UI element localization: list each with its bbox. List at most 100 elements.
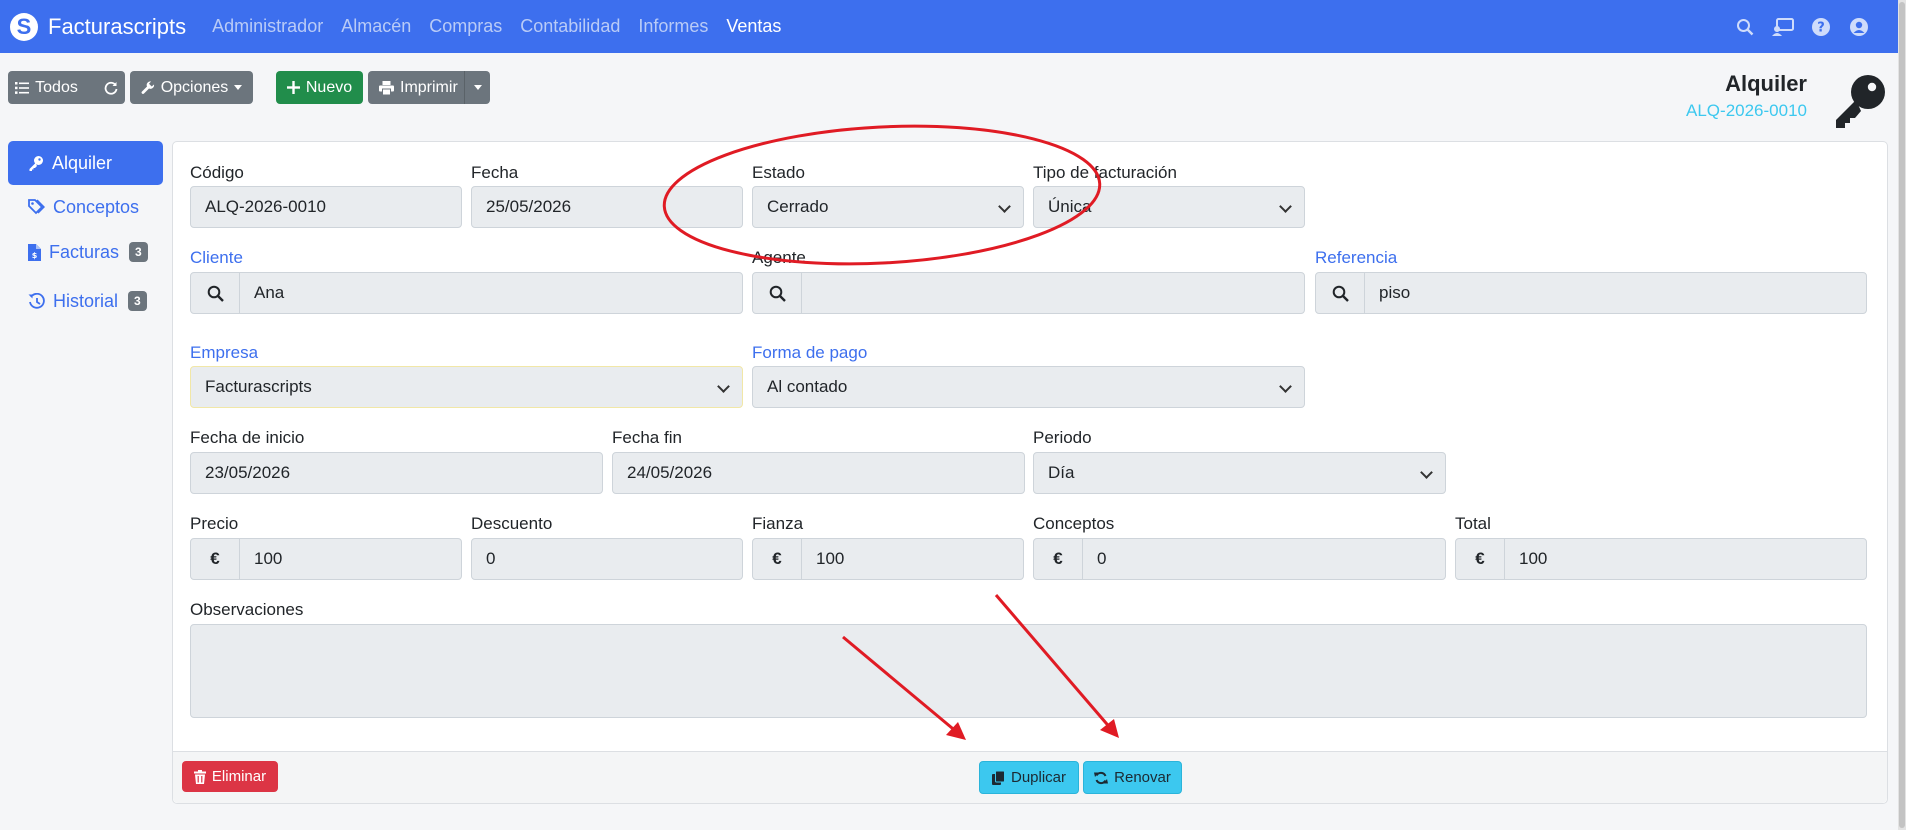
brand-name: Facturascripts — [48, 13, 187, 39]
delete-button[interactable]: Eliminar — [182, 761, 278, 792]
nav-item-administrador[interactable]: Administrador — [212, 16, 323, 37]
sidebar-item-label: Facturas — [49, 241, 120, 262]
nav-item-compras[interactable]: Compras — [429, 16, 502, 37]
sidebar-item-historial[interactable]: Historial 3 — [8, 279, 163, 323]
chevron-down-icon — [998, 200, 1011, 213]
cliente-label[interactable]: Cliente — [190, 248, 243, 268]
fecha-label: Fecha — [471, 163, 519, 182]
tipo-facturacion-select[interactable]: Única — [1033, 186, 1305, 228]
empresa-label[interactable]: Empresa — [190, 343, 258, 363]
chevron-down-icon — [1420, 466, 1433, 479]
forma-pago-label[interactable]: Forma de pago — [752, 343, 867, 363]
fecha-inicio-field[interactable]: 23/05/2026 — [190, 452, 603, 494]
help-icon[interactable]: ? — [1810, 16, 1832, 38]
new-button[interactable]: Nuevo — [276, 71, 363, 104]
search-icon — [769, 285, 786, 302]
tipo-facturacion-value: Única — [1048, 197, 1092, 216]
descuento-field[interactable]: 0 — [471, 538, 743, 580]
scrollbar-thumb[interactable] — [1899, 2, 1905, 828]
forma-pago-select[interactable]: Al contado — [752, 366, 1305, 408]
sidebar-item-label: Conceptos — [53, 196, 140, 217]
sync-icon — [1094, 771, 1109, 784]
print-button[interactable]: Imprimir — [368, 71, 490, 104]
page-scrollbar[interactable] — [1898, 0, 1906, 830]
euro-icon: € — [752, 538, 802, 580]
empresa-value: Facturascripts — [205, 377, 312, 396]
sidebar-item-facturas[interactable]: $ Facturas 3 — [8, 230, 163, 274]
referencia-search-button[interactable] — [1315, 272, 1365, 314]
key-icon — [29, 156, 43, 171]
sidebar-item-label: Historial — [53, 290, 119, 311]
precio-label: Precio — [190, 514, 239, 533]
total-label: Total — [1455, 514, 1491, 533]
nav-item-contabilidad[interactable]: Contabilidad — [520, 16, 620, 37]
svg-text:$: $ — [32, 251, 38, 260]
historial-count-badge: 3 — [128, 291, 147, 311]
chevron-down-icon — [717, 380, 730, 393]
print-dropdown-toggle[interactable] — [474, 85, 482, 90]
referencia-label[interactable]: Referencia — [1315, 248, 1397, 268]
total-field[interactable]: 100 — [1504, 538, 1867, 580]
delete-button-label: Eliminar — [211, 768, 267, 785]
list-icon — [15, 81, 30, 94]
chevron-down-icon — [1279, 200, 1292, 213]
print-button-label: Imprimir — [400, 78, 458, 96]
fecha-fin-label: Fecha fin — [612, 428, 682, 447]
page-title-text: Alquiler — [1725, 71, 1807, 96]
options-button[interactable]: Opciones — [130, 71, 253, 104]
codigo-field[interactable]: ALQ-2026-0010 — [190, 186, 462, 228]
duplicate-button[interactable]: Duplicar — [979, 761, 1079, 794]
key-icon — [1836, 75, 1885, 128]
renew-button[interactable]: Renovar — [1083, 761, 1182, 794]
search-icon[interactable] — [1734, 16, 1756, 38]
trash-icon — [193, 769, 206, 784]
conceptos-label: Conceptos — [1033, 514, 1115, 533]
precio-field[interactable]: 100 — [239, 538, 462, 580]
fianza-field[interactable]: 100 — [801, 538, 1024, 580]
card-footer: Eliminar Duplicar Renovar — [173, 751, 1887, 803]
referencia-field[interactable]: piso — [1364, 272, 1867, 314]
periodo-select[interactable]: Día — [1033, 452, 1446, 494]
top-navbar: S Facturascripts Administrador Almacén C… — [0, 0, 1906, 53]
estado-value: Cerrado — [767, 197, 829, 216]
refresh-icon[interactable] — [104, 81, 118, 95]
conceptos-field[interactable]: 0 — [1082, 538, 1446, 580]
all-button[interactable]: Todos — [8, 71, 125, 104]
observaciones-textarea[interactable] — [190, 624, 1867, 718]
chevron-down-icon — [1279, 380, 1292, 393]
estado-select[interactable]: Cerrado — [752, 186, 1024, 228]
fianza-label: Fianza — [752, 514, 804, 533]
chat-icon[interactable] — [1772, 16, 1794, 38]
fecha-fin-field[interactable]: 24/05/2026 — [612, 452, 1025, 494]
facturas-count-badge: 3 — [129, 242, 148, 262]
page-title: Alquiler ALQ-2026-0010 — [1686, 71, 1807, 121]
tipo-facturacion-label: Tipo de facturación — [1033, 163, 1177, 182]
all-button-label: Todos — [35, 78, 78, 96]
fecha-inicio-label: Fecha de inicio — [190, 428, 305, 447]
cliente-search-button[interactable] — [190, 272, 240, 314]
duplicate-button-label: Duplicar — [1010, 769, 1067, 786]
nav-item-informes[interactable]: Informes — [638, 16, 708, 37]
file-invoice-icon: $ — [28, 243, 41, 261]
user-icon[interactable] — [1848, 16, 1870, 38]
agente-field[interactable] — [801, 272, 1305, 314]
empresa-select[interactable]: Facturascripts — [190, 366, 743, 408]
observaciones-label: Observaciones — [190, 600, 304, 619]
copy-icon — [991, 770, 1005, 785]
sidebar-item-conceptos[interactable]: Conceptos — [8, 185, 163, 229]
nav-item-almacen[interactable]: Almacén — [341, 16, 411, 37]
history-icon — [28, 292, 45, 309]
renew-button-label: Renovar — [1114, 769, 1171, 786]
new-button-label: Nuevo — [305, 78, 353, 96]
brand[interactable]: S Facturascripts — [10, 12, 187, 41]
sidebar-item-alquiler[interactable]: Alquiler — [8, 141, 163, 185]
print-icon — [379, 80, 394, 95]
cliente-field[interactable]: Ana — [239, 272, 743, 314]
agente-label: Agente — [752, 248, 806, 267]
nav-item-ventas[interactable]: Ventas — [726, 16, 781, 37]
agente-search-button[interactable] — [752, 272, 802, 314]
search-icon — [207, 285, 224, 302]
euro-icon: € — [1033, 538, 1083, 580]
euro-icon: € — [1455, 538, 1505, 580]
fecha-field[interactable]: 25/05/2026 — [471, 186, 743, 228]
